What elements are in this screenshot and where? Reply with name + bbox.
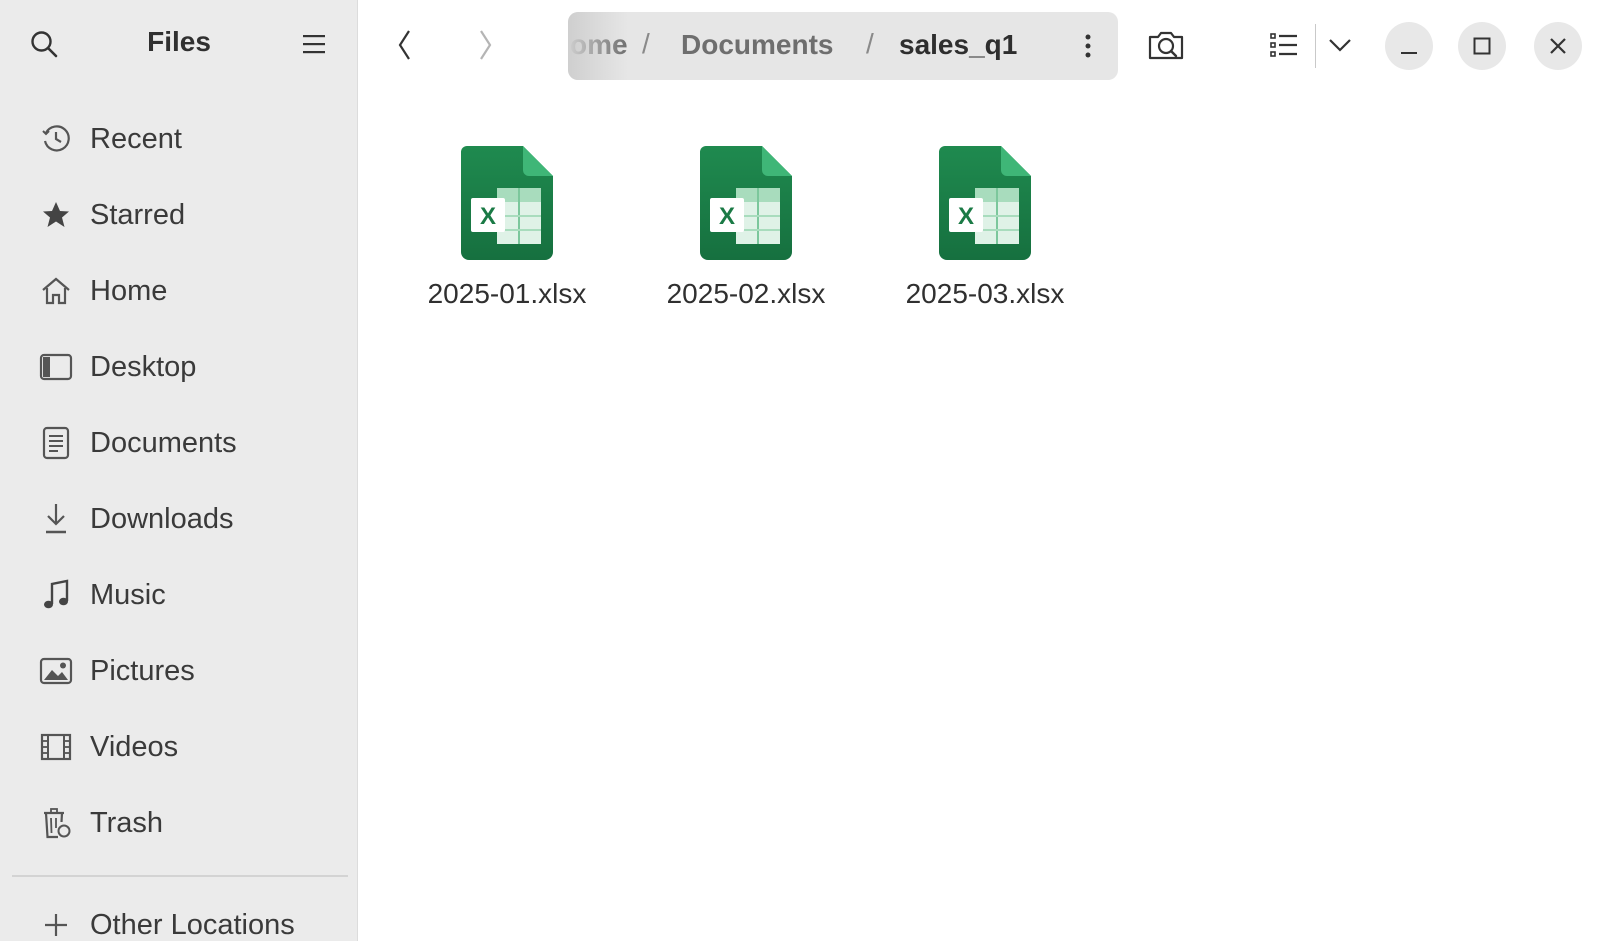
list-view-button[interactable]: [1261, 22, 1307, 68]
home-icon: [38, 273, 74, 309]
close-button[interactable]: [1534, 22, 1582, 70]
path-menu-button[interactable]: [1068, 26, 1108, 66]
sidebar-item-label: Music: [90, 578, 166, 611]
list-view-icon: [1270, 33, 1297, 57]
sidebar-item-recent[interactable]: Recent: [0, 101, 358, 177]
svg-text:X: X: [480, 203, 496, 230]
spreadsheet-icon: X: [939, 146, 1031, 260]
sidebar-item-downloads[interactable]: Downloads: [0, 481, 358, 557]
file-name: 2025-01.xlsx: [427, 278, 587, 309]
path-bar: ome / Documents / sales_q1: [568, 12, 1118, 80]
folder-search-icon: [1148, 31, 1184, 60]
sidebar-item-videos[interactable]: Videos: [0, 709, 358, 785]
sidebar-item-desktop[interactable]: Desktop: [0, 329, 358, 405]
main-menu-button[interactable]: [292, 22, 336, 66]
view-button-divider: [1315, 24, 1316, 68]
sidebar-item-label: Desktop: [90, 350, 197, 383]
picture-icon: [38, 653, 74, 689]
forward-button[interactable]: [462, 22, 508, 68]
sidebar-item-label: Trash: [90, 806, 164, 839]
svg-text:X: X: [719, 203, 735, 230]
file-item[interactable]: X 2025-03.xlsx: [885, 146, 1085, 326]
sidebar-header: Files: [0, 0, 358, 92]
sidebar-item-label: Pictures: [90, 654, 195, 687]
chevron-right-icon: [480, 30, 492, 60]
view-options-dropdown[interactable]: [1317, 22, 1363, 68]
sidebar-item-music[interactable]: Music: [0, 557, 358, 633]
sidebar: Files Recent Starred Home Desktop Docume…: [0, 0, 358, 941]
breadcrumb-separator: /: [642, 28, 650, 59]
file-item[interactable]: X 2025-01.xlsx: [407, 146, 607, 326]
back-button[interactable]: [382, 22, 428, 68]
music-icon: [38, 577, 74, 613]
maximize-icon: [1473, 37, 1491, 55]
document-icon: [38, 425, 74, 461]
breadcrumb-separator: /: [866, 28, 874, 59]
spreadsheet-icon: X: [700, 146, 792, 260]
sidebar-item-documents[interactable]: Documents: [0, 405, 358, 481]
sidebar-item-label: Videos: [90, 730, 179, 763]
sidebar-item-other-locations[interactable]: Other Locations: [38, 900, 295, 950]
sidebar-item-starred[interactable]: Starred: [0, 177, 358, 253]
clock-icon: [38, 121, 74, 157]
spreadsheet-icon: X: [461, 146, 553, 260]
minimize-button[interactable]: [1385, 22, 1433, 70]
file-item[interactable]: X 2025-02.xlsx: [646, 146, 846, 326]
minimize-icon: [1401, 52, 1417, 54]
maximize-button[interactable]: [1458, 22, 1506, 70]
video-icon: [38, 729, 74, 765]
star-icon: [38, 197, 74, 233]
sidebar-item-label: Downloads: [90, 502, 234, 535]
vertical-dots-icon: [1085, 34, 1091, 58]
desktop-icon: [38, 349, 74, 385]
places-list: Recent Starred Home Desktop Documents Do…: [0, 101, 358, 861]
breadcrumb-documents[interactable]: Documents: [681, 29, 833, 61]
trash-icon: [38, 805, 74, 841]
sidebar-item-label: Home: [90, 274, 168, 307]
hamburger-menu-icon: [303, 35, 325, 54]
sidebar-item-label: Documents: [90, 426, 237, 459]
sidebar-item-trash[interactable]: Trash: [0, 785, 358, 861]
chevron-down-icon: [1329, 39, 1351, 52]
sidebar-item-home[interactable]: Home: [0, 253, 358, 329]
sidebar-item-label: Other Locations: [90, 908, 295, 941]
svg-text:X: X: [958, 203, 974, 230]
sidebar-item-pictures[interactable]: Pictures: [0, 633, 358, 709]
sidebar-divider: [12, 875, 348, 877]
sidebar-item-label: Starred: [90, 198, 186, 231]
sidebar-item-label: Recent: [90, 122, 182, 155]
file-name: 2025-03.xlsx: [905, 278, 1065, 309]
search-in-folder-button[interactable]: [1143, 22, 1189, 68]
plus-icon: [38, 907, 74, 943]
chevron-left-icon: [398, 30, 410, 60]
path-overflow-fade: [568, 12, 628, 80]
download-icon: [38, 501, 74, 537]
close-icon: [1550, 38, 1566, 54]
breadcrumb-current-folder[interactable]: sales_q1: [899, 29, 1017, 61]
file-name: 2025-02.xlsx: [666, 278, 826, 309]
